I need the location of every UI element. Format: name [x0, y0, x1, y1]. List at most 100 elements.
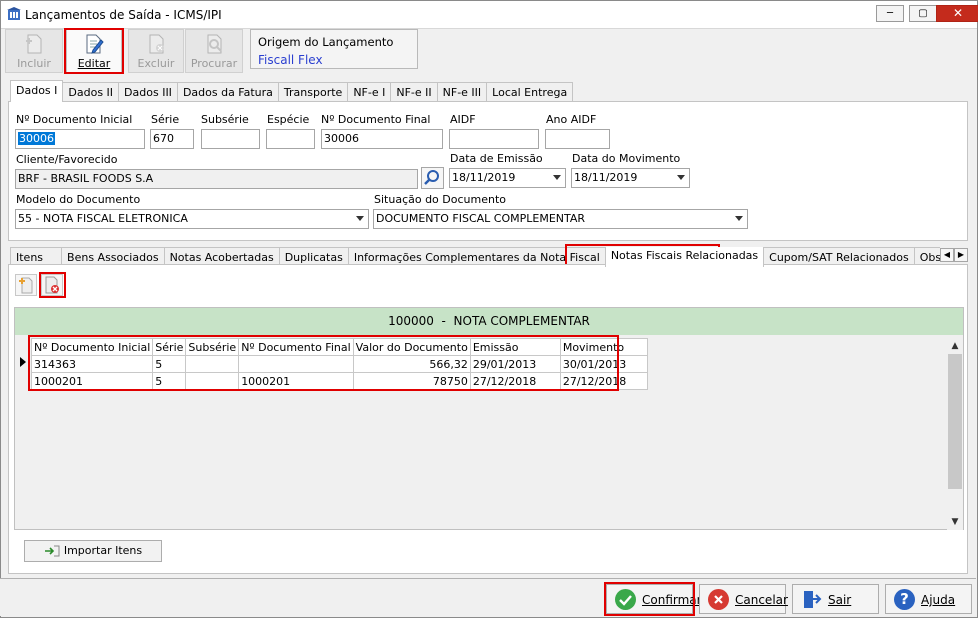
editar-label: Editar — [77, 57, 111, 70]
cliente-field[interactable]: BRF - BRASIL FOODS S.A — [15, 169, 418, 189]
cell-serie[interactable]: 5 — [152, 372, 187, 390]
serie-label: Série — [151, 113, 180, 126]
subserie-field[interactable] — [201, 129, 260, 149]
confirmar-label: Confirmar — [642, 593, 702, 607]
sair-label: Sair — [828, 593, 852, 607]
serie-field[interactable]: 670 — [150, 129, 194, 149]
tab-dados-i[interactable]: Dados I — [10, 80, 64, 102]
col-num-doc-final[interactable]: Nº Documento Final — [238, 338, 354, 356]
scroll-thumb[interactable] — [948, 354, 962, 489]
maximize-button[interactable]: ▢ — [909, 5, 937, 22]
chevron-down-icon — [356, 216, 364, 221]
tab-dados-iii[interactable]: Dados III — [118, 82, 178, 102]
cliente-search-button[interactable] — [421, 167, 444, 189]
importar-itens-button[interactable]: Importar Itens — [24, 540, 162, 562]
cliente-label: Cliente/Favorecido — [16, 153, 118, 166]
cell-serie[interactable]: 5 — [152, 355, 187, 373]
import-icon — [44, 545, 60, 557]
tab-local-entrega[interactable]: Local Entrega — [486, 82, 574, 102]
cancelar-button[interactable]: Cancelar — [699, 584, 788, 614]
cancel-icon — [708, 589, 729, 610]
tab-scroll-right-button[interactable]: ▶ — [954, 248, 968, 262]
cell-num-doc-final[interactable] — [238, 355, 354, 373]
tab-dados-ii[interactable]: Dados II — [62, 82, 120, 102]
window-title: Lançamentos de Saída - ICMS/IPI — [25, 8, 222, 22]
magnifier-icon — [424, 170, 439, 185]
especie-field[interactable] — [266, 129, 315, 149]
cell-movimento[interactable]: 30/01/2013 — [559, 355, 648, 373]
cell-movimento[interactable]: 27/12/2018 — [559, 372, 648, 390]
cell-subserie[interactable] — [185, 372, 240, 390]
exit-icon — [801, 589, 822, 610]
tab-transporte[interactable]: Transporte — [277, 82, 349, 102]
aidf-field[interactable] — [449, 129, 539, 149]
num-doc-final-field[interactable]: 30006 — [321, 129, 443, 149]
cell-subserie[interactable] — [185, 355, 240, 373]
chevron-down-icon — [735, 216, 743, 221]
col-emissao[interactable]: Emissão — [469, 338, 561, 356]
close-button[interactable]: ✕ — [936, 5, 978, 22]
origem-label: Origem do Lançamento — [258, 35, 394, 49]
tab-nfe-iii[interactable]: NF-e III — [436, 82, 488, 102]
data-movimento-label: Data do Movimento — [572, 152, 681, 165]
table-row[interactable]: 314363 5 566,32 29/01/2013 30/01/2013 — [30, 355, 648, 373]
num-doc-inicial-field[interactable]: 30006 — [15, 129, 145, 149]
editar-button[interactable]: Editar — [66, 29, 122, 73]
table-row[interactable]: 1000201 5 1000201 78750 27/12/2018 27/12… — [30, 372, 648, 390]
cell-num-doc-final[interactable]: 1000201 — [238, 372, 354, 390]
delete-document-icon — [149, 34, 164, 54]
subserie-label: Subsérie — [201, 113, 249, 126]
main-tabs: Dados I Dados II Dados III Dados da Fatu… — [10, 80, 574, 102]
edit-document-icon — [86, 34, 104, 54]
tab-dados-fatura[interactable]: Dados da Fatura — [176, 82, 279, 102]
col-subserie[interactable]: Subsérie — [185, 338, 240, 356]
tab-notas-relacionadas[interactable]: Notas Fiscais Relacionadas — [604, 247, 765, 267]
add-document-icon — [19, 277, 33, 294]
grid-vertical-scrollbar[interactable]: ▲ ▼ — [947, 338, 963, 530]
row-indicator-icon — [20, 357, 26, 367]
excluir-button[interactable]: Excluir — [128, 29, 184, 73]
cell-valor[interactable]: 566,32 — [352, 355, 471, 373]
col-num-doc-inicial[interactable]: Nº Documento Inicial — [30, 338, 154, 356]
sair-button[interactable]: Sair — [792, 584, 879, 614]
procurar-label: Procurar — [190, 57, 238, 70]
add-nota-button[interactable] — [15, 274, 37, 296]
importar-itens-label: Importar Itens — [63, 544, 143, 557]
confirmar-button[interactable]: Confirmar — [606, 584, 702, 614]
aidf-label: AIDF — [450, 113, 476, 126]
data-emissao-label: Data de Emissão — [450, 152, 543, 165]
cell-emissao[interactable]: 27/12/2018 — [469, 372, 561, 390]
table-header-row: Nº Documento Inicial Série Subsérie Nº D… — [30, 338, 648, 356]
remove-nota-button[interactable] — [41, 274, 63, 296]
tab-nfe-i[interactable]: NF-e I — [347, 82, 392, 102]
situacao-label: Situação do Documento — [374, 193, 507, 206]
data-movimento-field[interactable]: 18/11/2019 — [571, 168, 690, 188]
data-emissao-field[interactable]: 18/11/2019 — [449, 168, 566, 188]
scroll-up-icon[interactable]: ▲ — [947, 339, 963, 353]
procurar-button[interactable]: Procurar — [185, 29, 243, 73]
notas-grid: 100000 - NOTA COMPLEMENTAR Nº Documento … — [14, 307, 964, 530]
chevron-down-icon — [553, 175, 561, 180]
minimize-button[interactable]: ─ — [876, 5, 904, 22]
ajuda-label: Ajuda — [921, 593, 956, 607]
delete-document-icon — [45, 276, 59, 294]
col-serie[interactable]: Série — [152, 338, 187, 356]
scroll-down-icon[interactable]: ▼ — [947, 515, 963, 529]
excluir-label: Excluir — [137, 57, 175, 70]
cell-num-doc-inicial[interactable]: 314363 — [30, 355, 154, 373]
cell-num-doc-inicial[interactable]: 1000201 — [30, 372, 154, 390]
tab-nfe-ii[interactable]: NF-e II — [390, 82, 438, 102]
origem-box: Origem do Lançamento Fiscall Flex — [250, 29, 418, 69]
col-movimento[interactable]: Movimento — [559, 338, 648, 356]
situacao-select[interactable]: DOCUMENTO FISCAL COMPLEMENTAR — [373, 209, 748, 229]
ajuda-button[interactable]: ? Ajuda — [885, 584, 972, 614]
check-icon — [615, 589, 636, 610]
cell-emissao[interactable]: 29/01/2013 — [469, 355, 561, 373]
ano-aidf-field[interactable] — [545, 129, 610, 149]
cell-valor[interactable]: 78750 — [352, 372, 471, 390]
col-valor[interactable]: Valor do Documento — [352, 338, 471, 356]
incluir-button[interactable]: Incluir — [5, 29, 63, 73]
modelo-select[interactable]: 55 - NOTA FISCAL ELETRONICA — [15, 209, 369, 229]
num-doc-final-label: Nº Documento Final — [321, 113, 431, 126]
tab-scroll-left-button[interactable]: ◀ — [940, 248, 954, 262]
